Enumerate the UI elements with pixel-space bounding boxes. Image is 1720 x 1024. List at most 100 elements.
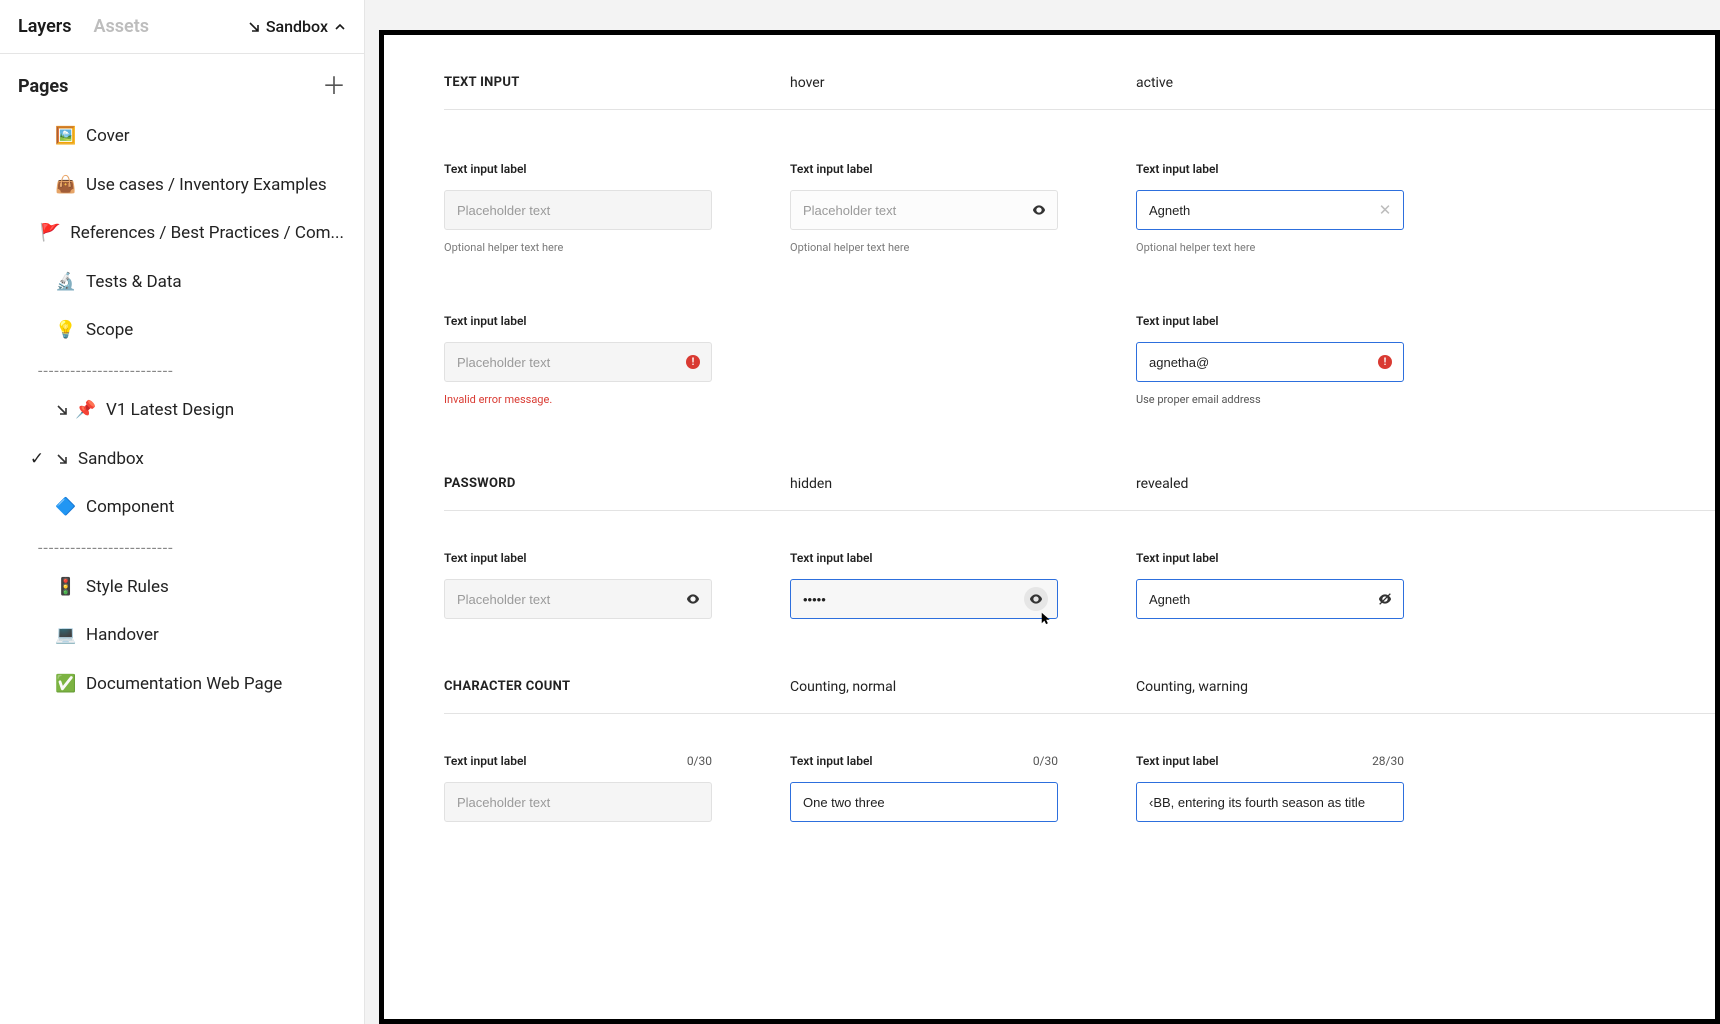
page-label: Documentation Web Page	[86, 669, 282, 700]
text-input[interactable]	[444, 342, 712, 382]
page-emoji-icon: 🔬	[56, 267, 76, 298]
cursor-icon	[1040, 611, 1054, 625]
page-item-style-rules[interactable]: 🚦 Style Rules	[10, 563, 354, 612]
page-label: References / Best Practices / Com...	[70, 218, 344, 249]
helper-text: Use proper email address	[1136, 393, 1404, 406]
page-label: Scope	[86, 315, 133, 346]
tab-assets[interactable]: Assets	[94, 16, 150, 37]
page-label: Cover	[86, 121, 130, 152]
section-title: TEXT INPUT	[444, 75, 790, 91]
tab-layers[interactable]: Layers	[18, 16, 72, 37]
page-item-handover[interactable]: 💻 Handover	[10, 611, 354, 660]
page-item-docs-web[interactable]: ✅ Documentation Web Page	[10, 660, 354, 709]
page-item-tests[interactable]: 🔬 Tests & Data	[10, 258, 354, 307]
error-icon: !	[684, 353, 702, 371]
design-frame[interactable]: TEXT INPUT hover active Text input label…	[379, 30, 1720, 1024]
page-label: Use cases / Inventory Examples	[86, 170, 327, 201]
text-input[interactable]	[790, 782, 1058, 822]
error-icon: !	[1376, 353, 1394, 371]
add-page-button[interactable]: ＋	[322, 74, 346, 98]
page-item-usecases[interactable]: 👜 Use cases / Inventory Examples	[10, 161, 354, 210]
section-title: PASSWORD	[444, 476, 790, 492]
input-label: Text input label	[1136, 551, 1404, 565]
text-input[interactable]	[444, 190, 712, 230]
page-emoji-icon: 🖼️	[56, 121, 76, 152]
input-label: Text input label	[1136, 314, 1404, 328]
section-header-charcount: CHARACTER COUNT Counting, normal Countin…	[444, 679, 1715, 714]
page-label: Component	[86, 492, 174, 523]
project-selector[interactable]: Sandbox	[248, 17, 346, 36]
text-input[interactable]	[1136, 782, 1404, 822]
charcount-cell-normal: Text input label 0/30	[790, 754, 1136, 822]
input-label: Text input label	[1136, 162, 1404, 176]
arrow-down-right-icon	[56, 453, 68, 465]
input-label: Text input label	[444, 162, 712, 176]
helper-text: Optional helper text here	[790, 241, 1058, 254]
password-input[interactable]	[790, 579, 1058, 619]
charcount-cell-default: Text input label 0/30	[444, 754, 790, 822]
input-label: Text input label	[790, 162, 1058, 176]
page-emoji-icon: 💡	[56, 315, 76, 346]
password-cell-revealed: Text input label	[1136, 551, 1482, 619]
input-label: Text input label	[790, 754, 873, 768]
password-cell-default: Text input label	[444, 551, 790, 619]
page-item-v1-design[interactable]: 📌 V1 Latest Design	[10, 386, 354, 435]
column-header-warning: Counting, warning	[1136, 679, 1482, 695]
input-cell-hover: Text input label Optional helper text he…	[790, 162, 1136, 254]
eye-off-icon[interactable]	[1376, 590, 1394, 608]
char-counter: 0/30	[687, 754, 712, 782]
arrow-down-right-icon	[248, 21, 260, 33]
helper-text: Optional helper text here	[1136, 241, 1404, 254]
pages-header: Pages ＋	[0, 54, 364, 112]
chevron-up-icon	[334, 21, 346, 33]
page-item-scope[interactable]: 💡 Scope	[10, 306, 354, 355]
column-header-hidden: hidden	[790, 476, 1136, 492]
canvas[interactable]: TEXT INPUT hover active Text input label…	[365, 0, 1720, 1024]
page-emoji-icon: 🔷	[56, 492, 76, 523]
section-header-password: PASSWORD hidden revealed	[444, 476, 1715, 511]
text-input[interactable]	[790, 190, 1058, 230]
eye-icon[interactable]	[1030, 201, 1048, 219]
column-header-revealed: revealed	[1136, 476, 1482, 492]
eye-icon[interactable]	[1024, 587, 1048, 611]
frame-content: TEXT INPUT hover active Text input label…	[384, 35, 1715, 1019]
input-label: Text input label	[444, 551, 712, 565]
input-label: Text input label	[444, 754, 527, 768]
text-input[interactable]	[444, 782, 712, 822]
input-label: Text input label	[1136, 754, 1219, 768]
page-divider: -------------------------	[10, 355, 354, 386]
password-input[interactable]	[1136, 579, 1404, 619]
error-text: Invalid error message.	[444, 393, 712, 406]
column-header-normal: Counting, normal	[790, 679, 1136, 695]
page-label: V1 Latest Design	[106, 395, 234, 426]
charcount-row: Text input label 0/30 Text input label 0…	[444, 754, 1715, 822]
text-input[interactable]	[1136, 342, 1404, 382]
column-header-hover: hover	[790, 75, 1136, 91]
section-header-text-input: TEXT INPUT hover active	[444, 75, 1715, 110]
page-item-sandbox[interactable]: ✓ Sandbox	[10, 435, 354, 484]
input-cell-error-default: Text input label ! Invalid error message…	[444, 314, 790, 406]
password-cell-hidden: Text input label	[790, 551, 1136, 619]
input-label: Text input label	[444, 314, 712, 328]
password-row: Text input label Text input label	[444, 551, 1715, 619]
char-counter: 0/30	[1033, 754, 1058, 782]
charcount-cell-warning: Text input label 28/30	[1136, 754, 1482, 822]
clear-icon[interactable]: ✕	[1376, 201, 1394, 219]
page-label: Handover	[86, 620, 159, 651]
input-cell-active: Text input label ✕ Optional helper text …	[1136, 162, 1482, 254]
column-header-active: active	[1136, 75, 1482, 91]
password-input[interactable]	[444, 579, 712, 619]
page-emoji-icon: 🚩	[40, 218, 60, 249]
page-item-references[interactable]: 🚩 References / Best Practices / Com...	[10, 209, 354, 258]
page-item-component[interactable]: 🔷 Component	[10, 483, 354, 532]
section-title: CHARACTER COUNT	[444, 679, 790, 695]
sidebar: Layers Assets Sandbox Pages ＋ 🖼️ Cover 👜…	[0, 0, 365, 1024]
page-emoji-icon: 🚦	[56, 572, 76, 603]
page-item-cover[interactable]: 🖼️ Cover	[10, 112, 354, 161]
input-cell-error-active: Text input label ! Use proper email addr…	[1136, 314, 1482, 406]
text-input[interactable]	[1136, 190, 1404, 230]
page-emoji-icon: 📌	[76, 395, 96, 426]
page-label: Sandbox	[78, 444, 144, 475]
arrow-down-right-icon	[56, 404, 68, 416]
eye-icon[interactable]	[684, 590, 702, 608]
